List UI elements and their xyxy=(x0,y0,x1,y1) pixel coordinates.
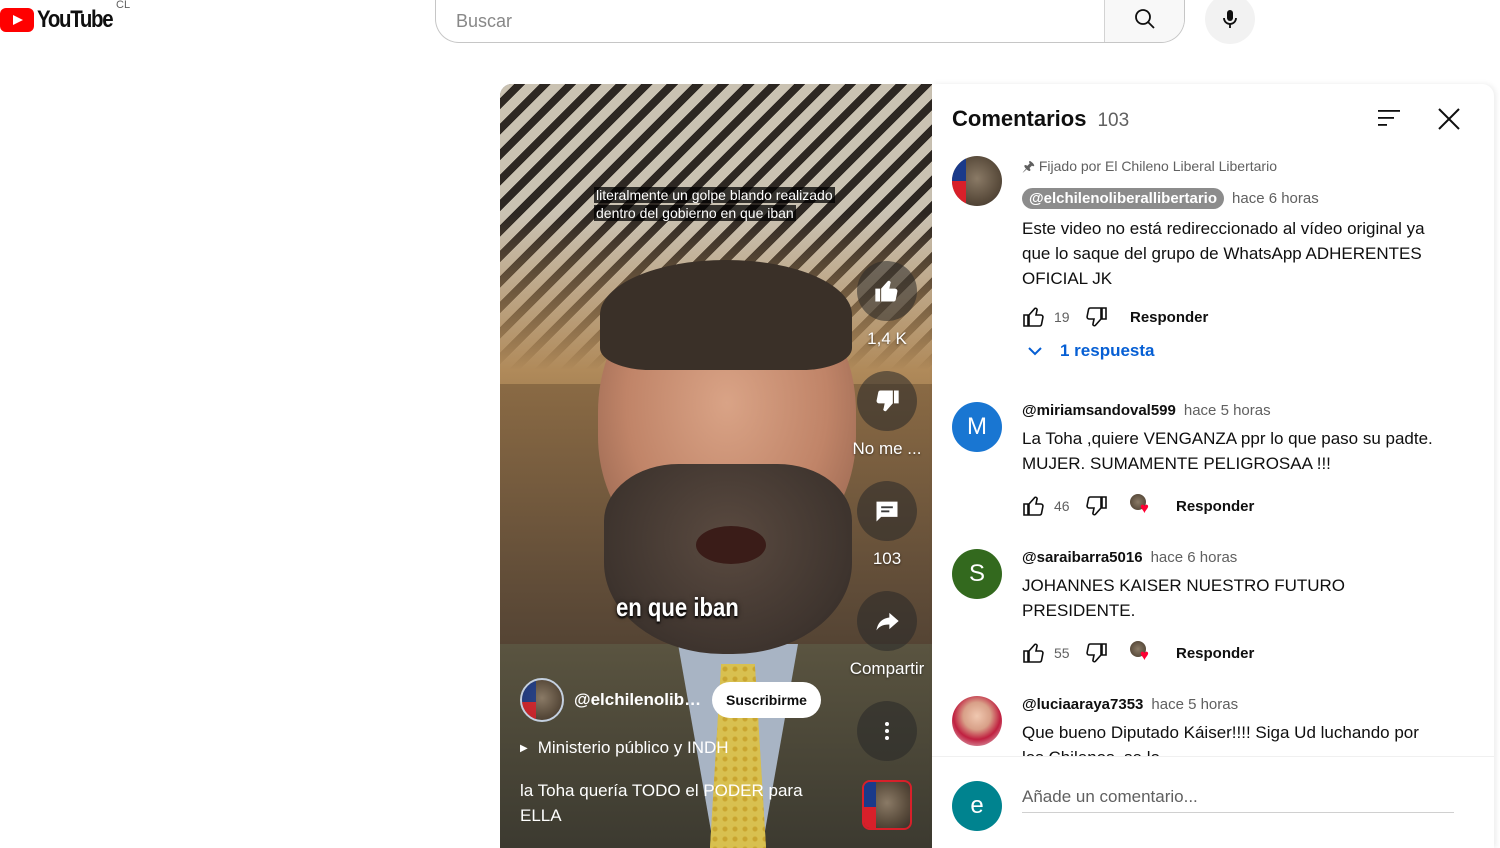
avatar[interactable]: M xyxy=(952,402,1002,452)
thumbs-down-outline-icon[interactable] xyxy=(1084,305,1108,329)
comment-time[interactable]: hace 5 horas xyxy=(1184,402,1271,419)
sort-icon xyxy=(1378,110,1400,126)
reply-button[interactable]: Responder xyxy=(1176,645,1254,662)
thumbs-up-icon xyxy=(875,280,898,302)
like-count: 46 xyxy=(1054,498,1070,514)
playlist-name: Ministerio público y INDH xyxy=(537,738,729,757)
logo-text: YouTube xyxy=(37,6,114,33)
close-icon xyxy=(1438,108,1460,130)
thumbs-up-outline-icon[interactable] xyxy=(1022,305,1046,329)
dislike-button[interactable] xyxy=(857,371,917,431)
subscribe-button[interactable]: Suscribirme xyxy=(712,682,821,718)
mic-icon xyxy=(1223,10,1237,28)
thumbs-down-icon xyxy=(876,390,899,412)
play-triangle-icon: ▶ xyxy=(520,742,528,754)
dislike-label: No me ... xyxy=(852,439,922,458)
avatar[interactable] xyxy=(952,156,1002,206)
sort-button[interactable] xyxy=(1376,106,1404,130)
comment-text: La Toha ,quiere VENGANZA ppr lo que paso… xyxy=(1022,429,1433,473)
thumbs-up-outline-icon[interactable] xyxy=(1022,494,1046,518)
comments-header: Comentarios 103 xyxy=(952,106,1129,132)
shorts-player[interactable]: literalmente un golpe blando realizado d… xyxy=(500,84,932,848)
thumbs-up-outline-icon[interactable] xyxy=(1022,641,1046,665)
comments-button[interactable] xyxy=(857,481,917,541)
like-count: 19 xyxy=(1054,309,1070,325)
youtube-play-icon xyxy=(0,8,34,32)
chevron-down-icon xyxy=(1028,347,1042,356)
comment-actions: 19 Responder xyxy=(1022,305,1442,329)
thumbs-down-outline-icon[interactable] xyxy=(1084,494,1108,518)
comment-actions: 46 ♥ Responder xyxy=(1022,494,1442,518)
country-code: CL xyxy=(116,0,131,11)
comment-author[interactable]: @saraibarra5016 xyxy=(1022,549,1143,566)
thumbs-down-outline-icon[interactable] xyxy=(1084,641,1108,665)
comment-text: JOHANNES KAISER NUESTRO FUTURO PRESIDENT… xyxy=(1022,576,1346,620)
voice-search-button[interactable] xyxy=(1205,0,1255,44)
reply-button[interactable]: Responder xyxy=(1130,309,1208,326)
sound-thumbnail[interactable] xyxy=(862,780,912,830)
creator-heart-icon: ♥ xyxy=(1130,494,1154,518)
like-count: 55 xyxy=(1054,645,1070,661)
share-label: Compartir xyxy=(849,659,925,678)
channel-avatar[interactable] xyxy=(520,678,564,722)
pin-icon: 🖈 xyxy=(1022,158,1035,174)
search-input[interactable] xyxy=(436,0,1104,42)
search-button[interactable] xyxy=(1104,0,1184,42)
comment-actions: 55 ♥ Responder xyxy=(1022,641,1442,665)
comment-icon xyxy=(876,501,898,522)
comment-author[interactable]: @miriamsandoval599 xyxy=(1022,402,1176,419)
add-comment-bar: e xyxy=(932,756,1494,848)
view-replies-button[interactable]: 1 respuesta xyxy=(1022,341,1442,361)
comments-title: Comentarios xyxy=(952,106,1087,131)
comments-total: 103 xyxy=(1097,110,1130,131)
comment-time[interactable]: hace 5 horas xyxy=(1151,696,1238,713)
like-button[interactable] xyxy=(857,261,917,321)
comment-time[interactable]: hace 6 horas xyxy=(1232,190,1319,207)
comments-count: 103 xyxy=(872,549,902,568)
more-options-button[interactable] xyxy=(857,701,917,761)
comment-text: Este video no está redireccionado al víd… xyxy=(1022,219,1425,288)
share-button[interactable] xyxy=(857,591,917,651)
comment-author[interactable]: @elchilenoliberallibertario xyxy=(1022,188,1225,209)
add-comment-input[interactable] xyxy=(1022,781,1454,813)
avatar[interactable]: S xyxy=(952,549,1002,599)
close-comments-button[interactable] xyxy=(1436,106,1462,132)
playlist-link[interactable]: ▶ Ministerio público y INDH xyxy=(520,738,729,758)
comment-author[interactable]: @luciaaraya7353 xyxy=(1022,696,1143,713)
more-vert-icon xyxy=(885,722,889,740)
video-title[interactable]: la Toha quería TODO el PODER para ELLA xyxy=(520,778,840,828)
creator-heart-icon: ♥ xyxy=(1130,641,1154,665)
channel-name[interactable]: @elchilenolibe... xyxy=(574,690,704,710)
video-caption-burned: en que iban xyxy=(616,592,739,622)
user-avatar[interactable]: e xyxy=(952,781,1002,831)
reply-button[interactable]: Responder xyxy=(1176,498,1254,515)
share-icon xyxy=(876,612,899,631)
avatar[interactable] xyxy=(952,696,1002,746)
pinned-label: 🖈 Fijado por El Chileno Liberal Libertar… xyxy=(1022,158,1277,174)
like-count: 1,4 K xyxy=(867,329,907,348)
search-box xyxy=(435,0,1185,43)
search-icon xyxy=(1134,9,1155,29)
video-caption-top: literalmente un golpe blando realizado d… xyxy=(594,187,835,221)
youtube-logo[interactable]: YouTube xyxy=(0,6,126,34)
top-bar: YouTube CL xyxy=(0,0,1500,56)
channel-row: @elchilenolibe... Suscribirme xyxy=(520,678,840,722)
comment-time[interactable]: hace 6 horas xyxy=(1151,549,1238,566)
comments-panel: Comentarios 103 🖈 Fijado por El Chileno … xyxy=(932,84,1494,848)
